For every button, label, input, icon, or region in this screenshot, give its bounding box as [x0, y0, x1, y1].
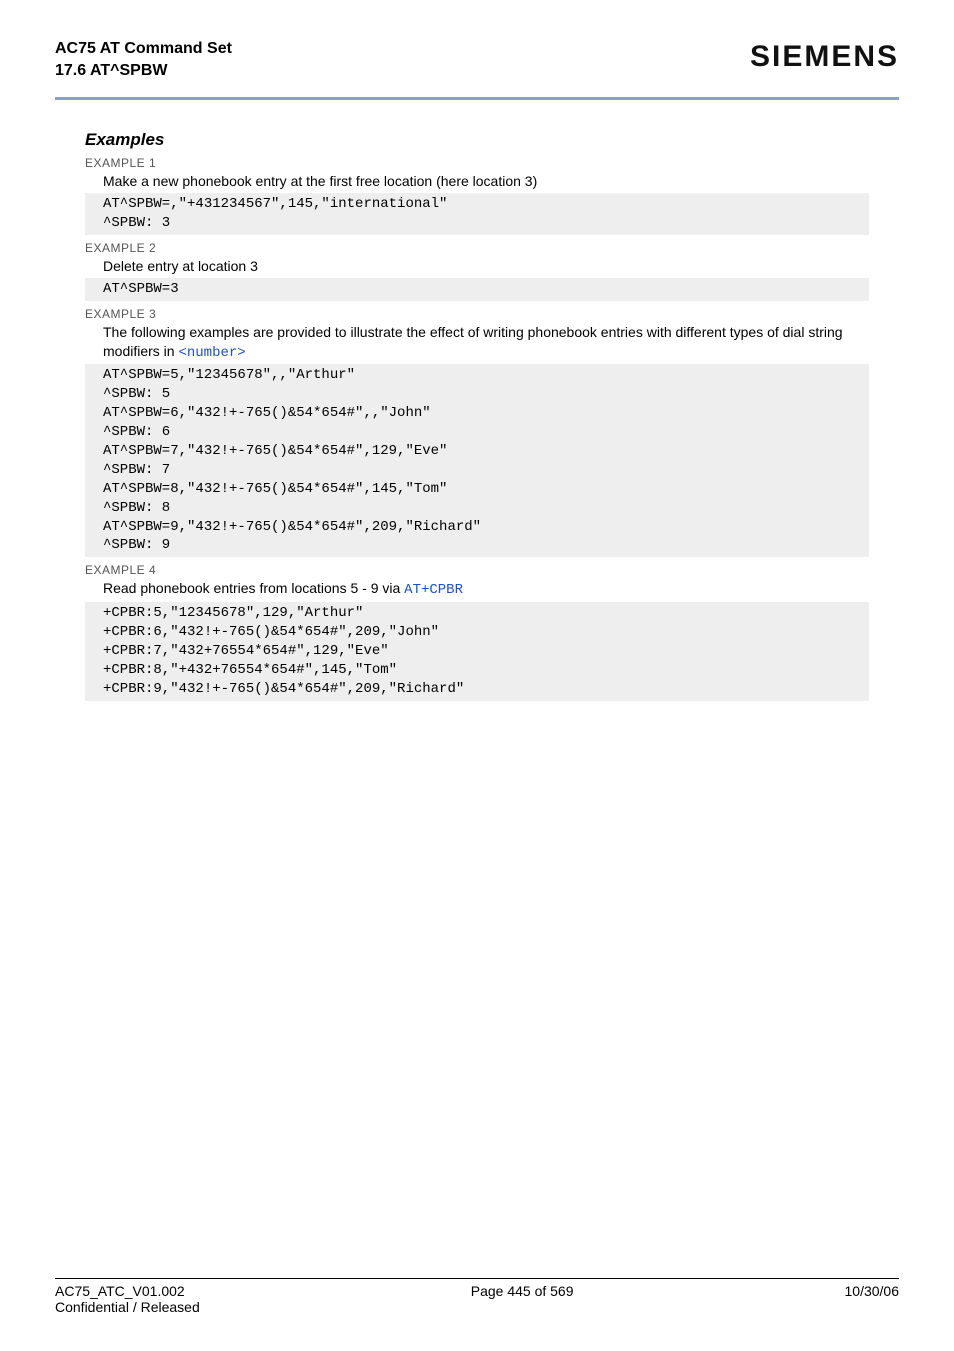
example-2-desc: Delete entry at location 3: [103, 257, 869, 276]
doc-subtitle: 17.6 AT^SPBW: [55, 60, 232, 82]
footer-page: Page 445 of 569: [471, 1283, 574, 1315]
example-3-code: AT^SPBW=5,"12345678",,"Arthur" ^SPBW: 5 …: [85, 364, 869, 557]
example-4-desc: Read phonebook entries from locations 5 …: [103, 579, 869, 600]
page-header: AC75 AT Command Set 17.6 AT^SPBW SIEMENS: [55, 38, 899, 91]
page-footer: AC75_ATC_V01.002 Confidential / Released…: [55, 1278, 899, 1315]
example-4-desc-text: Read phonebook entries from locations 5 …: [103, 580, 404, 596]
footer-classification: Confidential / Released: [55, 1299, 200, 1315]
footer-left: AC75_ATC_V01.002 Confidential / Released: [55, 1283, 200, 1315]
section-title: Examples: [85, 130, 869, 150]
footer-version: AC75_ATC_V01.002: [55, 1283, 200, 1299]
footer-row: AC75_ATC_V01.002 Confidential / Released…: [55, 1283, 899, 1315]
example-2-label: EXAMPLE 2: [85, 241, 869, 255]
example-1-code: AT^SPBW=,"+431234567",145,"international…: [85, 193, 869, 235]
footer-date: 10/30/06: [845, 1283, 900, 1315]
example-3-desc: The following examples are provided to i…: [103, 323, 869, 363]
example-4-label: EXAMPLE 4: [85, 563, 869, 577]
footer-divider: [55, 1278, 899, 1279]
example-1-desc: Make a new phonebook entry at the first …: [103, 172, 869, 191]
header-left: AC75 AT Command Set 17.6 AT^SPBW: [55, 38, 232, 81]
atcpbr-link[interactable]: AT+CPBR: [404, 582, 463, 598]
example-1-label: EXAMPLE 1: [85, 156, 869, 170]
example-4-code: +CPBR:5,"12345678",129,"Arthur" +CPBR:6,…: [85, 602, 869, 700]
brand-logo: SIEMENS: [750, 38, 899, 74]
doc-title: AC75 AT Command Set: [55, 38, 232, 60]
example-2-code: AT^SPBW=3: [85, 278, 869, 301]
example-3-label: EXAMPLE 3: [85, 307, 869, 321]
number-link[interactable]: <number>: [178, 345, 245, 361]
content-area: Examples EXAMPLE 1 Make a new phonebook …: [55, 100, 899, 700]
